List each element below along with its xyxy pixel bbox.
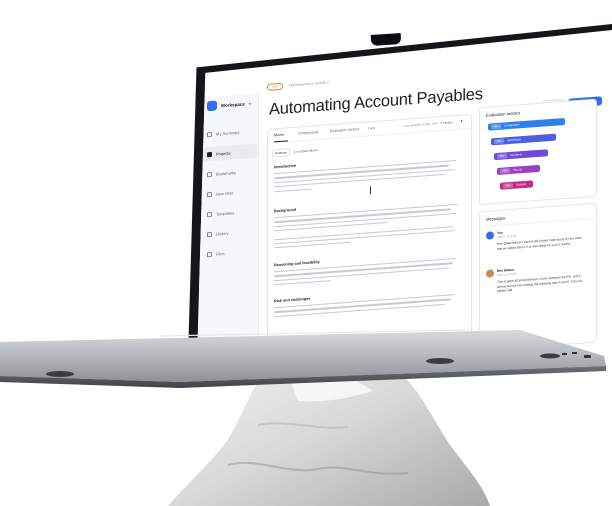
workspace-logo-icon: [207, 100, 217, 112]
app-window: Workspace ▾ My Summary Projects Bookmark…: [197, 30, 612, 360]
workspace-switcher[interactable]: Workspace ▾: [207, 98, 251, 112]
sidebar-item-files[interactable]: Files: [203, 244, 257, 262]
text-cursor: [370, 186, 371, 195]
sidebar-item-label: My Summary: [216, 129, 240, 137]
workspace-name: Workspace: [221, 100, 245, 108]
metric-value: 80%: [491, 123, 501, 130]
file-icon: [207, 251, 212, 257]
metric-value: 30%: [503, 182, 513, 189]
metric-bar-deficiencies: 60% Deficiencies: [491, 133, 556, 146]
evaluation-metrics-title: Evaluation metrics: [486, 110, 521, 118]
memo-version-tabs: AI Memo Live Edited Memo: [272, 146, 318, 158]
sidebar-item-templates[interactable]: Templates: [203, 204, 257, 222]
doc-last-updated: Last updated 14 May, 2024: [404, 121, 438, 128]
message-author: You: [497, 230, 503, 235]
metric-label: Deficiencies: [507, 138, 521, 143]
history-icon: [207, 231, 212, 237]
sidebar-item-bookmarks[interactable]: Bookmarks: [203, 164, 257, 182]
evaluation-metrics-card: Evaluation metrics 80% Configuration 60% De…: [479, 98, 597, 206]
sidebar-item-my-summary[interactable]: My Summary: [203, 124, 257, 142]
folder-icon: [207, 151, 212, 157]
template-icon: [207, 211, 212, 217]
metric-label: Security: [513, 167, 523, 172]
section-heading-background: Background: [274, 207, 297, 214]
metric-label: Scalable: [516, 182, 526, 187]
sidebar-item-label: New chat: [216, 189, 233, 197]
section-heading-reasoning: Reasoning and feasibility: [274, 259, 320, 268]
metric-label: Configuration: [504, 123, 520, 128]
section-heading-risk: Risk and challenges: [274, 296, 311, 304]
subtab-ai-memo[interactable]: AI Memo: [272, 148, 291, 158]
sidebar-item-label: History: [216, 230, 229, 237]
sidebar-item-history[interactable]: History: [203, 224, 257, 242]
sparkle-icon[interactable]: ✦: [460, 118, 463, 123]
metric-bars: 80% Configuration 60% Deficiencies 50% Standa…: [480, 100, 596, 190]
metric-value: 40%: [500, 168, 510, 174]
avatar: [486, 269, 494, 278]
laptop-scene: Workspace ▾ My Summary Projects Bookmark…: [0, 0, 612, 506]
sidebar-item-label: Projects: [216, 150, 231, 157]
section-heading-introduction: Introduction: [274, 163, 297, 170]
metric-bar-security: 40% Security: [497, 164, 540, 175]
sidebar-item-projects[interactable]: Projects: [203, 143, 257, 162]
message-text: This is great @JohnAnderson I have revie…: [497, 273, 583, 294]
avatar: [486, 231, 494, 240]
metric-bar-standards: 50% Standards: [494, 149, 548, 161]
metric-value: 60%: [494, 138, 504, 145]
bookmark-icon: [207, 171, 212, 177]
message-time: 2/02/24, 09:15 AM: [497, 234, 517, 239]
metric-bar-configuration: 80% Configuration: [488, 117, 565, 131]
camera-notch: [370, 32, 402, 47]
tab-memo[interactable]: Memo: [274, 133, 284, 138]
messages-title: Messages: [486, 215, 506, 222]
chevron-down-icon: ▾: [248, 100, 251, 106]
introduction-paragraph: [274, 159, 464, 195]
chat-icon: [207, 191, 212, 197]
sidebar-item-new-chat[interactable]: New chat: [203, 184, 257, 202]
tab-components[interactable]: Components: [298, 130, 318, 135]
sidebar-item-label: Templates: [216, 209, 235, 217]
subtab-live-edited-memo[interactable]: Live Edited Memo: [294, 148, 318, 154]
tab-live[interactable]: Live: [368, 126, 375, 130]
sidebar-item-label: Files: [216, 250, 225, 257]
active-tab-indicator: [274, 140, 288, 143]
status-badge: Draft: [267, 82, 283, 91]
background-paragraph: [274, 203, 464, 252]
last-updated-text: Last Updated 08 14, 2024 08:27: [289, 80, 329, 88]
summary-icon: [207, 131, 212, 137]
sidebar-item-label: Bookmarks: [216, 169, 237, 177]
message-time: 2/02/24, 10:07 AM: [497, 272, 517, 277]
metric-label: Standards: [510, 152, 522, 157]
sidebar-nav: My Summary Projects Bookmarks New chat T…: [203, 124, 257, 268]
metric-bar-scalable: 30% Scalable: [500, 180, 533, 190]
metric-value: 50%: [497, 153, 507, 159]
tab-evaluation-metrics[interactable]: Evaluation metrics: [330, 127, 359, 133]
history-button[interactable]: ↺ History: [440, 120, 453, 125]
history-label: History: [443, 120, 453, 125]
doc-tabs: Memo Components Evaluation metrics Live …: [268, 114, 471, 144]
laptop-screen: Workspace ▾ My Summary Projects Bookmark…: [197, 30, 612, 360]
laptop-base: [0, 329, 606, 388]
